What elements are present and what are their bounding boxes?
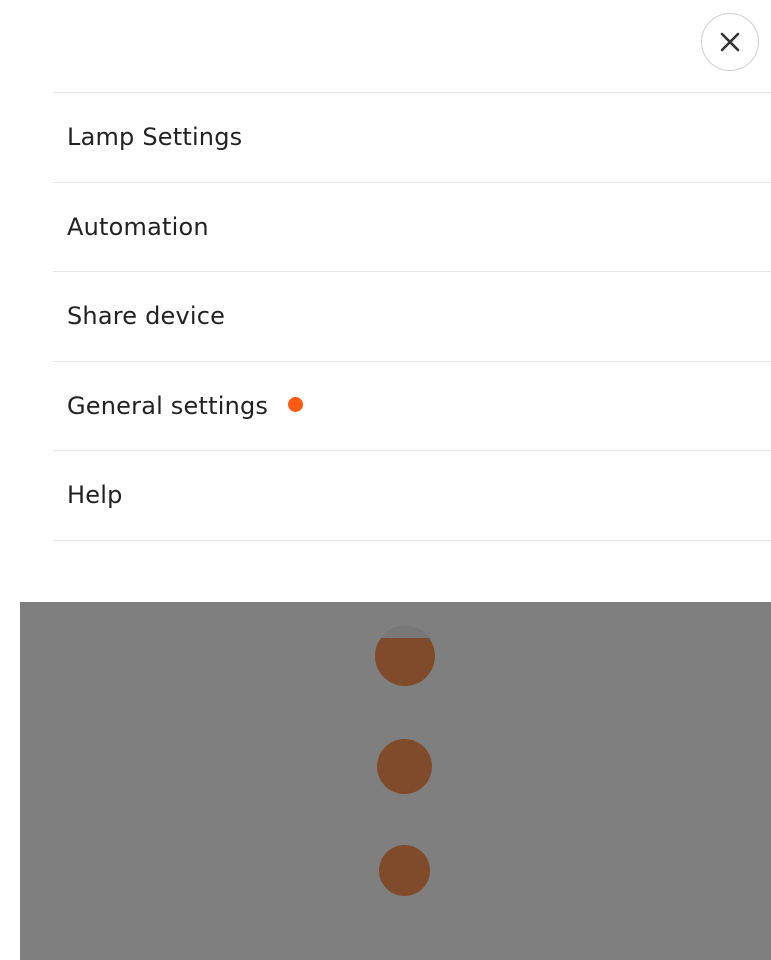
notification-dot <box>288 397 304 413</box>
dimmed-overlay[interactable] <box>20 602 771 960</box>
loading-dot <box>377 739 432 794</box>
menu-item-label: General settings <box>67 391 269 420</box>
menu-sheet: Lamp Settings Automation Share device Ge… <box>0 0 771 602</box>
menu-item-label: Automation <box>67 212 209 241</box>
loading-dot <box>375 626 435 686</box>
loading-dot <box>379 845 430 896</box>
menu-item-share-device[interactable]: Share device <box>53 272 771 362</box>
menu-item-general-settings[interactable]: General settings <box>53 362 771 451</box>
menu-item-lamp-settings[interactable]: Lamp Settings <box>53 93 771 183</box>
menu-item-label: Help <box>67 481 123 510</box>
menu-item-label: Share device <box>67 302 226 331</box>
close-button[interactable] <box>701 13 759 71</box>
settings-menu: Lamp Settings Automation Share device Ge… <box>53 92 771 541</box>
menu-item-automation[interactable]: Automation <box>53 183 771 272</box>
close-icon <box>720 32 740 52</box>
menu-item-help[interactable]: Help <box>53 451 771 541</box>
menu-item-label: Lamp Settings <box>67 123 243 152</box>
